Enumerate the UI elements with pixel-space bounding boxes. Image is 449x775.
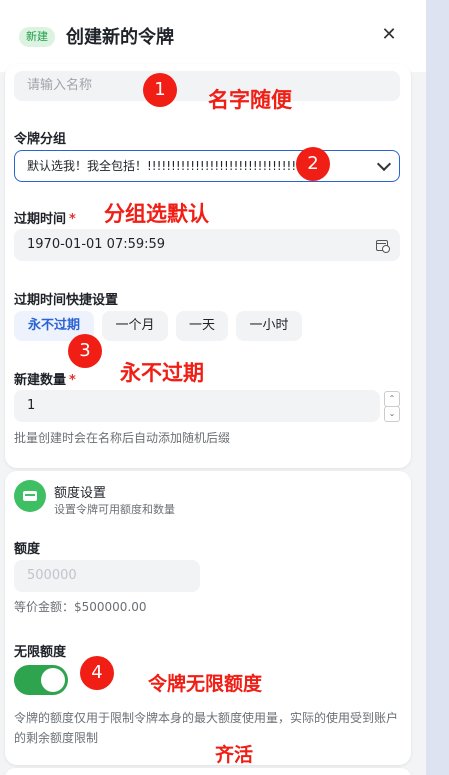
- close-icon[interactable]: ✕: [379, 24, 399, 46]
- annotation-text-4: 令牌无限额度: [148, 673, 263, 695]
- annotation-marker-1: 1: [143, 73, 177, 107]
- amount-input[interactable]: 500000: [14, 560, 200, 592]
- amount-placeholder: 500000: [27, 568, 77, 583]
- annotation-marker-2: 2: [296, 147, 330, 181]
- unlimited-label: 无限额度: [14, 645, 67, 660]
- expire-datetime-input[interactable]: 1970-01-01 07:59:59: [14, 229, 400, 261]
- annotation-marker-4: 4: [80, 656, 114, 690]
- page-title: 创建新的令牌: [66, 27, 174, 48]
- chevron-down-icon: [376, 156, 392, 172]
- group-label: 令牌分组: [14, 132, 67, 147]
- create-token-panel: 新建 创建新的令牌 ✕ 请输入名称 令牌分组 默认选我！我全包括！!!!!!!!…: [0, 0, 426, 775]
- expire-value: 1970-01-01 07:59:59: [27, 237, 166, 252]
- increment-icon[interactable]: ⌃: [384, 391, 400, 407]
- expire-label: 过期时间 *: [14, 212, 76, 227]
- annotation-text-1: 名字随便: [208, 88, 292, 112]
- quick-one-month-button[interactable]: 一个月: [102, 311, 168, 341]
- panel-header: 新建 创建新的令牌 ✕: [0, 0, 426, 72]
- unlimited-quota-toggle[interactable]: [14, 665, 68, 695]
- new-badge: 新建: [19, 27, 55, 47]
- annotation-text-done: 齐活: [215, 744, 254, 766]
- wallet-icon: [14, 480, 46, 512]
- quota-section-subtitle: 设置令牌可用额度和数量: [54, 503, 175, 516]
- count-label: 新建数量 *: [14, 373, 76, 388]
- calendar-icon[interactable]: [376, 240, 390, 253]
- quota-note: 令牌的额度仅用于限制令牌本身的最大额度使用量，实际的使用受到账户的剩余额度限制: [14, 711, 399, 745]
- name-input[interactable]: 请输入名称: [14, 71, 400, 101]
- equivalent-amount: 等价金额：$500000.00: [14, 600, 147, 614]
- group-select[interactable]: 默认选我！我全包括！!!!!!!!!!!!!!!!!!!!!!!!!!!!!!!…: [14, 150, 400, 182]
- annotation-text-2: 分组选默认: [104, 202, 209, 226]
- required-mark: *: [69, 373, 76, 388]
- quick-expire-label: 过期时间快捷设置: [14, 293, 119, 308]
- quick-one-day-button[interactable]: 一天: [176, 311, 228, 341]
- annotation-marker-3: 3: [68, 334, 102, 368]
- next-card: [5, 768, 411, 775]
- amount-label: 额度: [14, 542, 41, 557]
- count-hint: 批量创建时会在名称后自动添加随机后缀: [14, 431, 231, 445]
- toggle-knob: [41, 668, 65, 692]
- count-value: 1: [27, 398, 36, 413]
- group-select-value: 默认选我！我全包括！!!!!!!!!!!!!!!!!!!!!!!!!!!!!!!…: [27, 159, 306, 173]
- quota-section-title: 额度设置: [54, 486, 107, 501]
- required-mark: *: [69, 212, 76, 227]
- annotation-text-3: 永不过期: [120, 361, 204, 385]
- name-placeholder: 请输入名称: [27, 78, 93, 93]
- count-input[interactable]: 1: [14, 390, 380, 422]
- quick-one-hour-button[interactable]: 一小时: [236, 311, 302, 341]
- decrement-icon[interactable]: ⌄: [384, 406, 400, 422]
